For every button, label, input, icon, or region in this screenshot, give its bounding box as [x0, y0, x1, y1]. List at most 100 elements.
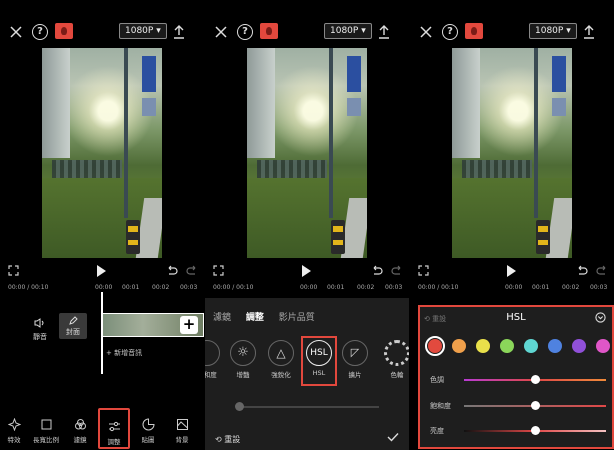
adjust-tool-label: 飽和度	[205, 371, 217, 379]
adjust-tool-label: HSL	[312, 369, 326, 377]
resolution-label: 1080P	[330, 26, 359, 36]
undo-icon[interactable]	[371, 265, 383, 277]
fullscreen-icon[interactable]	[418, 265, 429, 276]
lightness-slider[interactable]	[464, 426, 606, 435]
add-audio-button[interactable]: + 新增音訊	[106, 348, 142, 358]
pro-badge-icon[interactable]	[55, 23, 73, 39]
export-icon[interactable]	[172, 24, 186, 40]
adjust-tool-sharpen[interactable]: △ 強銳化	[265, 340, 297, 379]
playback-controls	[205, 264, 409, 278]
adjust-tool-color-wheel[interactable]: 色輪	[381, 340, 409, 379]
adjust-tabs: 濾鏡 調整 影片品質	[213, 310, 327, 323]
toolbar-item-effects[interactable]: 特效	[0, 418, 28, 444]
close-icon[interactable]	[213, 24, 229, 40]
toolbar-item-sticker[interactable]: 貼圖	[134, 418, 162, 444]
hue-slider[interactable]	[464, 375, 606, 384]
pro-badge-icon[interactable]	[260, 23, 278, 39]
pencil-icon	[68, 316, 78, 325]
adjust-tool-label: 強銳化	[271, 371, 291, 379]
hsl-swatch[interactable]	[524, 339, 538, 353]
color-wheel-icon	[384, 340, 409, 366]
adjust-tool-curve[interactable]: ◸ 擴片	[339, 340, 371, 379]
adjust-tool-vibrance[interactable]: ☼ 增豔	[227, 340, 259, 379]
saturation-knob[interactable]	[530, 401, 540, 410]
play-icon[interactable]	[97, 265, 106, 277]
collapse-chevron-icon[interactable]	[595, 312, 606, 323]
toolbar-item-adjust[interactable]: 調整	[98, 408, 130, 449]
hue-knob[interactable]	[530, 375, 540, 384]
confirm-check-icon[interactable]	[387, 432, 399, 442]
hsl-title: HSL	[506, 312, 526, 323]
ruler-tick: 00:03	[385, 284, 403, 291]
reset-button[interactable]: ⟲ 重設	[215, 434, 240, 445]
close-icon[interactable]	[8, 24, 24, 40]
video-preview[interactable]	[452, 48, 572, 258]
hsl-swatch[interactable]	[500, 339, 514, 353]
hue-label: 色調	[430, 376, 444, 384]
lightness-knob[interactable]	[530, 426, 540, 435]
playhead[interactable]	[101, 292, 103, 374]
redo-icon[interactable]	[596, 265, 608, 277]
hsl-swatch[interactable]	[452, 339, 466, 353]
ruler-tick: 00:00	[505, 284, 523, 291]
speaker-icon	[34, 318, 44, 328]
fullscreen-icon[interactable]	[213, 265, 224, 276]
toolbar-item-filter[interactable]: 濾鏡	[66, 418, 94, 444]
toolbar-item-aspect[interactable]: 長寬比例	[32, 418, 60, 444]
ruler-tick: 00:02	[357, 284, 375, 291]
hsl-swatch[interactable]	[476, 339, 490, 353]
close-icon[interactable]	[418, 24, 434, 40]
resolution-button[interactable]: 1080P ▾	[119, 23, 167, 39]
tab-adjust[interactable]: 調整	[246, 313, 264, 323]
play-icon[interactable]	[302, 265, 311, 277]
sliders-icon	[108, 421, 120, 432]
hsl-swatch[interactable]	[572, 339, 586, 353]
undo-icon[interactable]	[576, 265, 588, 277]
add-clip-button[interactable]: +	[180, 316, 198, 334]
redo-icon[interactable]	[391, 265, 403, 277]
cover-label: 封面	[66, 328, 80, 336]
resolution-button[interactable]: 1080P ▾	[324, 23, 372, 39]
export-icon[interactable]	[582, 24, 596, 40]
saturation-slider[interactable]	[464, 401, 606, 410]
saturation-label: 飽和度	[430, 402, 451, 410]
redo-icon[interactable]	[186, 265, 198, 277]
cover-button[interactable]: 封面	[59, 313, 87, 339]
square-icon	[41, 419, 51, 430]
play-icon[interactable]	[507, 265, 516, 277]
adjust-tool-saturation[interactable]: 飽和度	[205, 340, 223, 379]
top-bar: ? 1080P ▾	[410, 22, 614, 46]
screen-hsl: ? 1080P ▾ 00:00 / 00:10 00:00 00:01 00:0…	[410, 0, 614, 450]
fullscreen-icon[interactable]	[8, 265, 19, 276]
current-time: 00:00 / 00:10	[8, 284, 49, 291]
toolbar-label: 長寬比例	[33, 436, 59, 444]
mute-button[interactable]: 靜音	[30, 318, 50, 342]
help-icon[interactable]: ?	[32, 24, 48, 40]
video-preview[interactable]	[42, 48, 162, 258]
pro-badge-icon[interactable]	[465, 23, 483, 39]
undo-icon[interactable]	[166, 265, 178, 277]
toolbar-item-background[interactable]: 背景	[168, 418, 196, 444]
hsl-swatch[interactable]	[548, 339, 562, 353]
tab-filter[interactable]: 濾鏡	[213, 313, 231, 323]
hsl-swatch[interactable]	[596, 339, 610, 353]
hsl-swatch[interactable]	[425, 336, 445, 356]
time-ruler: 00:00 / 00:10 00:00 00:01 00:02 00:03	[205, 284, 409, 296]
export-icon[interactable]	[377, 24, 391, 40]
video-preview[interactable]	[247, 48, 367, 258]
triangle-icon: △	[268, 340, 294, 366]
help-icon[interactable]: ?	[442, 24, 458, 40]
screen-adjust: ? 1080P ▾ 00:00 / 00:10 00:00 00:01 00:0…	[205, 0, 409, 450]
hsl-row-saturation: 飽和度	[426, 399, 610, 413]
bottom-toolbar: 特效 長寬比例 濾鏡 調整 貼圖 背景	[0, 408, 204, 449]
tab-video-quality[interactable]: 影片品質	[279, 313, 315, 323]
resolution-button[interactable]: 1080P ▾	[529, 23, 577, 39]
toolbar-label: 特效	[7, 436, 21, 444]
adjust-tool-label: 增豔	[236, 371, 250, 379]
top-bar: ? 1080P ▾	[0, 22, 204, 46]
ruler-tick: 00:03	[590, 284, 608, 291]
adjust-tool-hsl[interactable]: HSL HSL	[301, 336, 337, 386]
help-icon[interactable]: ?	[237, 24, 253, 40]
adjust-slider[interactable]	[235, 402, 379, 411]
ruler-tick: 00:03	[180, 284, 198, 291]
